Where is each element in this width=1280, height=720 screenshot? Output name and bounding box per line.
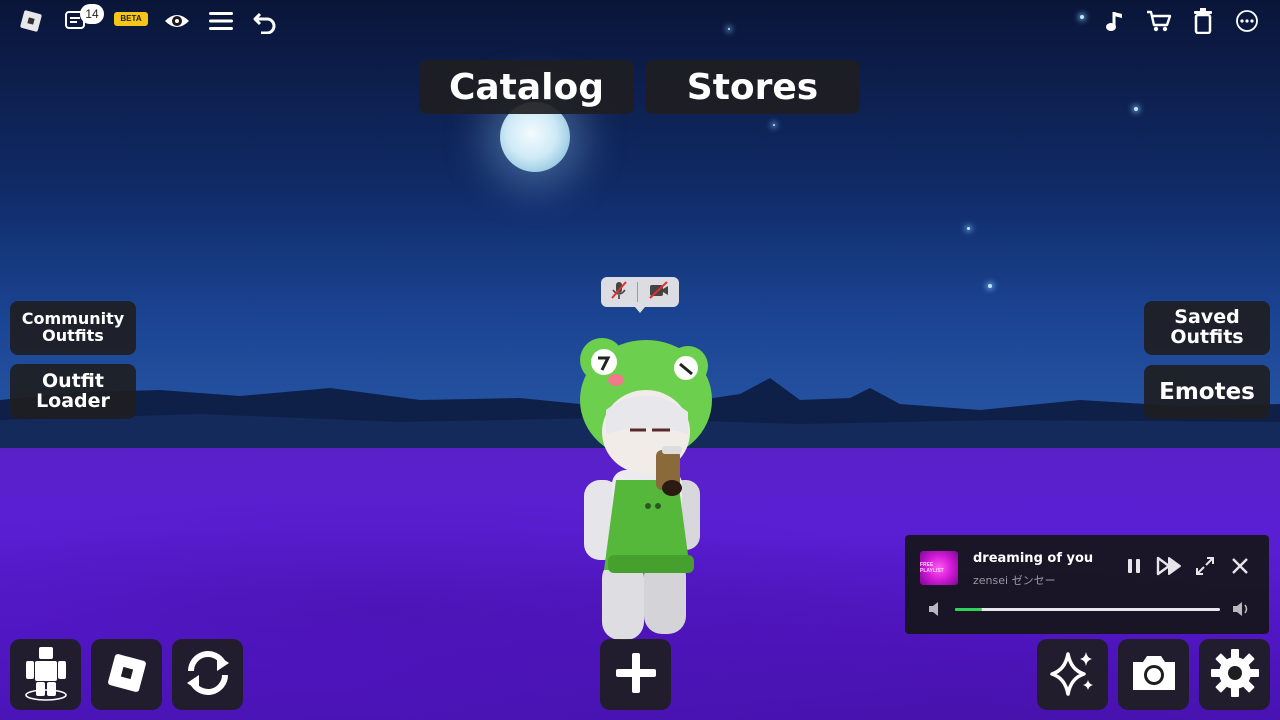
settings-button[interactable] — [1199, 639, 1270, 710]
camera-off-icon[interactable] — [648, 281, 670, 303]
more-icon[interactable] — [1230, 4, 1264, 38]
pause-button[interactable] — [1121, 555, 1147, 581]
settings-gear-icon — [1209, 647, 1261, 703]
sparkles-icon — [1048, 648, 1098, 702]
refresh-button[interactable] — [172, 639, 243, 710]
star — [1134, 107, 1138, 111]
camera-button[interactable] — [1118, 639, 1189, 710]
track-title: dreaming of you — [973, 551, 1094, 566]
trash-icon[interactable] — [1186, 4, 1220, 38]
progress-fill — [955, 608, 982, 611]
avatar-editor-icon — [22, 645, 70, 705]
cart-icon[interactable] — [1142, 4, 1176, 38]
camera-icon — [1129, 652, 1179, 698]
music-note-icon[interactable] — [1099, 4, 1133, 38]
star — [773, 124, 775, 126]
roblox-icon — [103, 649, 151, 701]
star — [728, 28, 730, 30]
skip-forward-button[interactable] — [1155, 555, 1185, 581]
tab-stores[interactable]: Stores — [645, 60, 860, 114]
progress-bar[interactable] — [955, 608, 1220, 611]
expand-icon — [1195, 556, 1215, 580]
community-outfits-button[interactable]: Community Outfits — [10, 301, 136, 355]
effects-button[interactable] — [1037, 639, 1108, 710]
chat-unread-badge: 14 — [80, 4, 104, 24]
menu-icon[interactable] — [204, 4, 238, 38]
star — [988, 284, 992, 288]
roblox-logo-icon[interactable] — [14, 4, 48, 38]
volume-up-icon[interactable] — [1231, 601, 1249, 617]
roblox-button[interactable] — [91, 639, 162, 710]
expand-button[interactable] — [1192, 555, 1218, 581]
saved-outfits-button[interactable]: Saved Outfits — [1144, 301, 1270, 355]
undo-icon[interactable] — [248, 4, 282, 38]
beta-badge[interactable]: BETA — [114, 12, 148, 26]
close-player-button[interactable] — [1227, 555, 1253, 581]
volume-down-icon[interactable] — [927, 601, 945, 617]
album-art: FREE PLAYLIST — [920, 551, 958, 585]
add-button[interactable] — [600, 639, 671, 710]
eye-icon[interactable] — [160, 4, 194, 38]
star — [1080, 15, 1084, 19]
outfit-loader-button[interactable]: Outfit Loader — [10, 364, 136, 419]
player-avatar — [580, 338, 712, 640]
emotes-button[interactable]: Emotes — [1144, 365, 1270, 419]
refresh-icon — [183, 649, 233, 701]
mic-muted-icon[interactable] — [610, 280, 628, 304]
plus-icon — [614, 651, 658, 699]
tab-catalog[interactable]: Catalog — [419, 60, 634, 114]
music-player: FREE PLAYLIST dreaming of you zensei ゼンセ… — [905, 535, 1269, 634]
star — [967, 227, 970, 230]
track-artist: zensei ゼンセー — [973, 574, 1056, 587]
skip-forward-icon — [1156, 556, 1184, 580]
pause-icon — [1125, 557, 1143, 579]
close-icon — [1231, 557, 1249, 579]
avatar-editor-button[interactable] — [10, 639, 81, 710]
voice-chat-bubble[interactable] — [601, 277, 679, 313]
